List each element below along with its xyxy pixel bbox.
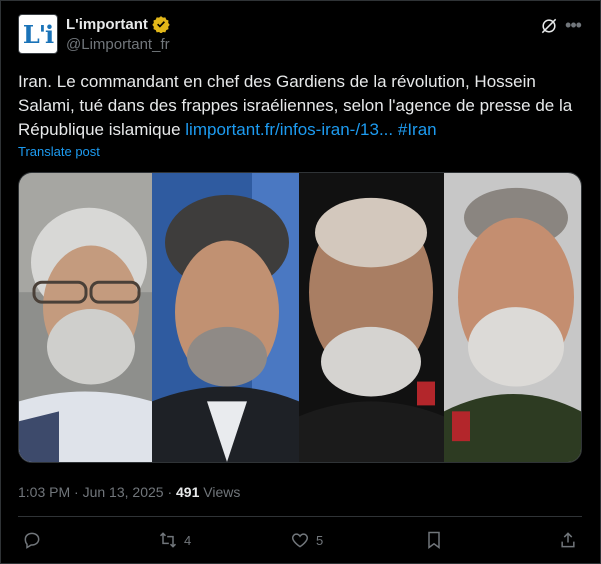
display-name[interactable]: L'important: [66, 16, 148, 33]
avatar-logo-text: L'i: [22, 19, 54, 49]
author-name-row: L'important: [66, 15, 170, 33]
share-icon: [561, 532, 575, 548]
post-meta: 1:03 PM · Jun 13, 2025 · 491 Views: [18, 484, 240, 500]
reply-icon: [24, 532, 40, 549]
bookmark-icon: [428, 531, 440, 549]
post-link[interactable]: limportant.fr/infos-iran-/13...: [185, 120, 393, 139]
post-media[interactable]: [18, 172, 582, 463]
repost-icon: [159, 532, 177, 548]
meta-separator: ·: [167, 484, 177, 500]
meta-separator: ·: [74, 484, 83, 500]
views-label: Views: [203, 484, 241, 500]
heart-icon: [291, 533, 309, 548]
views-count: 491: [176, 484, 200, 500]
photo-1[interactable]: [19, 173, 152, 462]
photo-2[interactable]: [152, 173, 299, 462]
hashtag-link[interactable]: #Iran: [398, 120, 437, 139]
more-options-icon[interactable]: •••: [562, 14, 584, 36]
like-count: 5: [316, 532, 324, 548]
bookmark-button[interactable]: [424, 530, 444, 550]
repost-count: 4: [184, 532, 192, 548]
share-button[interactable]: [558, 530, 578, 550]
repost-button[interactable]: 4: [158, 530, 191, 550]
photo-4[interactable]: [444, 173, 581, 462]
author-handle[interactable]: @Limportant_fr: [66, 36, 170, 53]
post-time[interactable]: 1:03 PM: [18, 484, 70, 500]
post-date[interactable]: Jun 13, 2025: [83, 484, 164, 500]
post-text: Iran. Le commandant en chef des Gardiens…: [18, 70, 588, 142]
like-button[interactable]: 5: [290, 530, 323, 550]
divider: [18, 516, 582, 517]
translate-post-link[interactable]: Translate post: [18, 144, 100, 159]
avatar[interactable]: L'i: [18, 14, 58, 54]
grok-icon[interactable]: [539, 16, 559, 36]
verified-badge-icon[interactable]: [152, 15, 170, 33]
reply-button[interactable]: [22, 530, 42, 550]
photo-3[interactable]: [299, 173, 444, 462]
